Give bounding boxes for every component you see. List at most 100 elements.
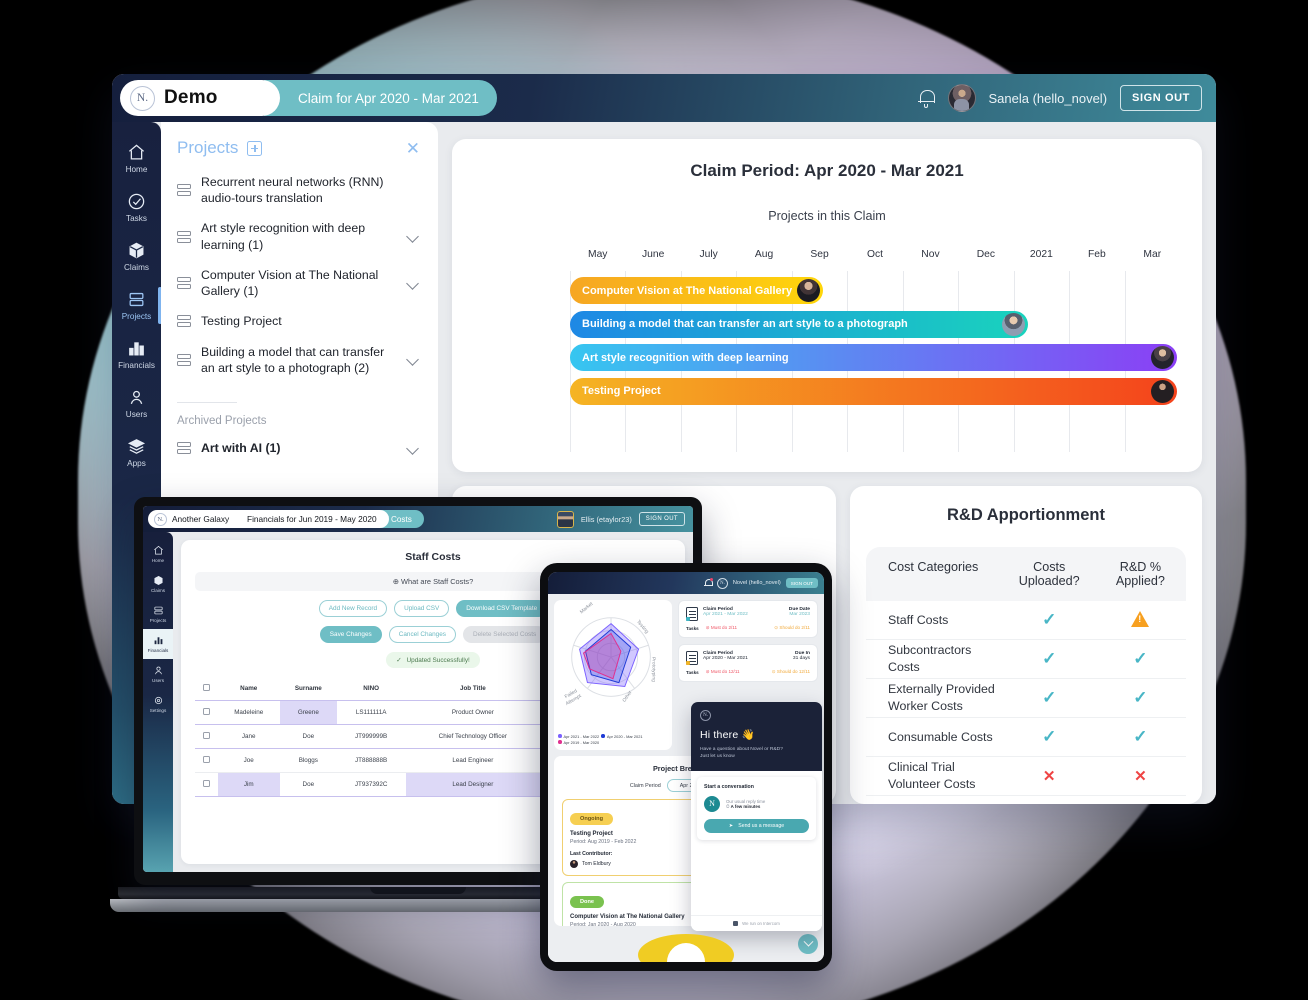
sign-out-button[interactable]: SIGN OUT [1120,85,1202,111]
notification-bell-icon[interactable] [917,89,935,108]
sidebar-item-apps[interactable]: Apps [112,428,161,477]
sidebar-item-home[interactable]: Home [143,539,173,569]
avatar[interactable] [556,510,574,528]
claim-card[interactable]: Claim Period Apr 2021 - Mar 2022 Due Dat… [678,600,818,638]
sidebar-item-tasks[interactable]: Tasks [112,183,161,232]
avatar[interactable] [797,279,821,302]
save-changes-button[interactable]: Save Changes [319,626,382,643]
costs-uploaded-cell: ✓ [1004,610,1095,630]
row-checkbox-cell[interactable] [195,748,218,773]
sign-out-button[interactable]: SIGN OUT [638,512,685,526]
rd-title: R&D Apportionment [947,506,1105,524]
sidebar-item-financials[interactable]: Financials [143,629,173,659]
column-header [196,676,218,701]
macbook-brand-pill[interactable]: N. Another Galaxy [148,510,240,528]
upload-csv-button[interactable]: Upload CSV [394,600,450,617]
brand-name: Demo [164,87,218,108]
rd-apportionment-card: R&D Apportionment Cost Categories Costs … [850,486,1202,804]
sidebar-item-users[interactable]: Users [112,379,161,428]
sidebar-item-projects[interactable]: Projects [143,599,173,629]
sidebar-item-claims[interactable]: Claims [143,569,173,599]
globe-icon: ⊕ [392,577,402,586]
check-icon: ✓ [1133,649,1148,668]
notification-bell-icon[interactable] [703,577,713,588]
add-new-record-button[interactable]: Add New Record [318,600,388,617]
stack-icon [177,277,191,290]
delete-selected-costs-button[interactable]: Delete Selected Costs [462,626,547,643]
select-all-checkbox[interactable] [203,683,210,691]
row-checkbox[interactable] [203,732,210,739]
gantt-bar[interactable]: Testing Project [570,377,1177,405]
cancel-changes-button[interactable]: Cancel Changes [388,626,456,643]
radar-axis-label: Market [579,601,595,616]
gantt-bar-label: Computer Vision at The National Gallery [582,284,793,297]
sidebar-item-projects[interactable]: Projects [112,281,162,330]
legend-row: Apr 2019 - Mar 2020 [558,740,643,746]
month-tick-label: Mar [1143,249,1162,260]
claim-period-value: Apr 2020 - Mar 2021 [703,656,748,661]
row-checkbox-cell[interactable] [195,772,218,797]
sidebar-label: Home [151,558,165,563]
brand-pill[interactable]: N. Demo [120,80,280,116]
table-header-row: Cost Categories Costs Uploaded? R&D % Ap… [866,547,1186,601]
close-icon[interactable]: ✕ [406,140,420,157]
avatar[interactable] [1001,312,1025,336]
check-icon: ✓ [1042,610,1057,629]
chat-collapse-button[interactable] [798,934,818,954]
agent-avatar: N [704,795,720,812]
financials-period-pill[interactable]: Financials for Jun 2019 - May 2020 [229,510,389,528]
tablet-top-bar: N. Novel (hello_novel) SIGN OUT [548,572,824,594]
sign-out-button[interactable]: SIGN OUT [785,578,818,588]
list-item[interactable]: Testing Project [177,313,420,329]
avatar[interactable] [1150,346,1174,369]
avatar[interactable]: N. [716,577,728,589]
radar-axis-label: Prototyping [650,657,656,682]
download-csv-template-button[interactable]: Download CSV Template [456,600,548,617]
cell-nino: JT999999B [336,724,406,749]
cell-name: Jane [217,724,280,749]
due-in-value: 31 days [792,656,810,661]
avatar[interactable] [1150,379,1174,403]
column-header: NINO [363,684,380,692]
sidebar-item-settings[interactable]: Settings [143,689,173,719]
send-message-button[interactable]: ➤ Send us a message [704,818,809,833]
gantt-bar[interactable]: Computer Vision at The National Gallery [570,277,824,304]
chevron-down-icon[interactable] [406,353,419,367]
stack-icon [177,353,191,366]
chevron-down-icon[interactable] [406,230,419,244]
sidebar-item-claims[interactable]: Claims [112,232,161,281]
user-name: Sanela (hello_novel) [988,90,1108,106]
stack-icon [127,290,146,309]
sidebar-item-financials[interactable]: Financials [112,330,161,379]
chevron-down-icon[interactable] [406,276,419,290]
claim-period-pill[interactable]: Claim for Apr 2020 - Mar 2021 [264,80,497,116]
chat-widget: N. Hi there 👋 Have a question about Nove… [691,702,822,931]
list-item[interactable]: Computer Vision at The National Gallery … [177,267,420,299]
list-item[interactable]: Art style recognition with deep learning… [177,220,420,252]
row-checkbox[interactable] [203,756,210,763]
sidebar-label: Users [125,410,148,419]
list-item[interactable]: Building a model that can transfer an ar… [177,344,420,376]
month-tick-label: 2021 [1029,249,1053,260]
list-item-label: Recurrent neural networks (RNN) audio-to… [201,175,384,206]
chevron-down-icon[interactable] [406,441,419,455]
chat-sub-line-1: Have a question about Novel or R&D? [700,747,783,752]
avatar[interactable] [947,84,976,112]
row-checkbox-cell[interactable] [195,724,218,749]
stack-icon [177,315,191,328]
gantt-bar[interactable]: Art style recognition with deep learning [570,344,1177,371]
claim-card[interactable]: Claim Period Apr 2020 - Mar 2021 Due In … [678,644,818,682]
brand-name: Another Galaxy [172,514,230,524]
sidebar-item-home[interactable]: Home [112,134,161,183]
stack-icon [153,605,164,616]
list-item[interactable]: Art with AI (1) [177,440,420,456]
row-checkbox-cell[interactable] [195,700,218,725]
tablet-device: N. Novel (hello_novel) SIGN OUT Market T… [540,563,832,971]
due-date-value: Mar 2023 [789,612,810,617]
gantt-bar[interactable]: Building a model that can transfer an ar… [570,310,1028,338]
sidebar-item-users[interactable]: Users [143,659,173,689]
list-item[interactable]: Recurrent neural networks (RNN) audio-to… [177,174,420,206]
row-checkbox[interactable] [203,708,210,715]
row-checkbox[interactable] [203,780,210,787]
add-project-icon[interactable] [247,140,263,156]
